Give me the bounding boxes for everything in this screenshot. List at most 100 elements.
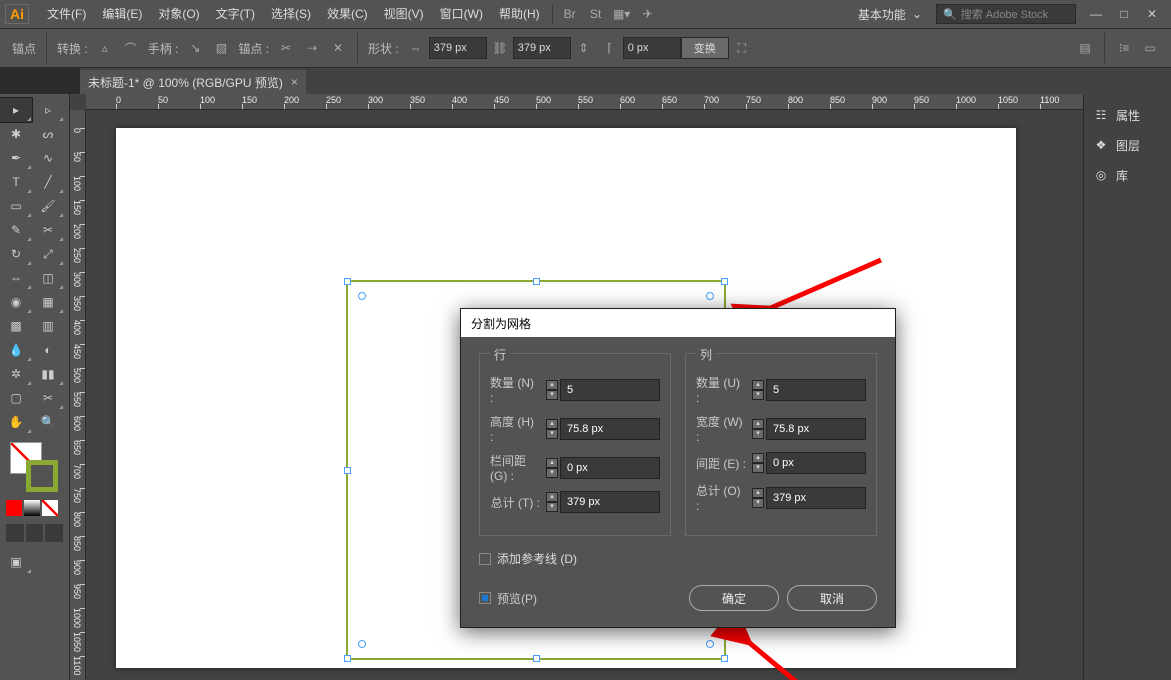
resize-handle-s[interactable] — [533, 655, 540, 662]
row-count-input[interactable] — [560, 379, 660, 401]
direct-selection-tool[interactable]: ▹ — [32, 98, 64, 122]
options-more-icon[interactable]: ⁝≡ — [1113, 37, 1135, 59]
row-count-up[interactable]: ▴ — [546, 380, 558, 390]
isolate-icon[interactable]: ⛶ — [731, 37, 753, 59]
col-gutter-down[interactable]: ▾ — [752, 463, 764, 473]
col-count-input[interactable] — [766, 379, 866, 401]
row-height-up[interactable]: ▴ — [546, 419, 558, 429]
add-guides-checkbox[interactable] — [479, 553, 491, 565]
scale-tool[interactable]: ⤢ — [32, 242, 64, 266]
properties-panel-button[interactable]: ☷属性 — [1084, 100, 1171, 130]
row-height-input[interactable] — [560, 418, 660, 440]
pen-tool[interactable]: ✒ — [0, 146, 32, 170]
menu-object[interactable]: 对象(O) — [150, 0, 207, 28]
selection-tool[interactable]: ▸ — [0, 98, 32, 122]
search-stock-input[interactable]: 🔍 搜索 Adobe Stock — [936, 4, 1076, 24]
rotate-tool[interactable]: ↻ — [0, 242, 32, 266]
transform-button[interactable]: 变换 — [681, 37, 729, 59]
col-width-down[interactable]: ▾ — [752, 429, 764, 439]
workspace-switcher[interactable]: 基本功能 ⌄ — [850, 6, 930, 23]
col-width-input[interactable] — [766, 418, 866, 440]
options-menu-icon[interactable]: ▭ — [1139, 37, 1161, 59]
layers-panel-button[interactable]: ❖图层 — [1084, 130, 1171, 160]
type-tool[interactable]: T — [0, 170, 32, 194]
align-icon[interactable]: ▤ — [1074, 37, 1096, 59]
row-gutter-input[interactable] — [560, 457, 660, 479]
menu-file[interactable]: 文件(F) — [39, 0, 94, 28]
cancel-button[interactable]: 取消 — [787, 585, 877, 611]
col-total-down[interactable]: ▾ — [752, 498, 764, 508]
mesh-tool[interactable]: ▩ — [0, 314, 32, 338]
draw-inside-mode[interactable] — [45, 524, 63, 542]
corner-radius-input[interactable] — [623, 37, 681, 59]
row-gutter-down[interactable]: ▾ — [546, 468, 558, 478]
col-gutter-up[interactable]: ▴ — [752, 453, 764, 463]
resize-handle-sw[interactable] — [344, 655, 351, 662]
hand-tool[interactable]: ✋ — [0, 410, 32, 434]
libraries-panel-button[interactable]: ◎库 — [1084, 160, 1171, 190]
resize-handle-nw[interactable] — [344, 278, 351, 285]
gpu-icon[interactable]: ✈ — [635, 4, 661, 24]
resize-handle-n[interactable] — [533, 278, 540, 285]
color-mode-gradient[interactable] — [24, 500, 40, 516]
minimize-button[interactable]: — — [1082, 3, 1110, 25]
symbol-sprayer-tool[interactable]: ✲ — [0, 362, 32, 386]
handle-hide-icon[interactable]: ▧ — [210, 37, 232, 59]
paintbrush-tool[interactable]: 🖌 — [32, 194, 64, 218]
artboard-tool[interactable]: ▢ — [0, 386, 32, 410]
close-tab-icon[interactable]: × — [291, 75, 298, 89]
resize-handle-w[interactable] — [344, 467, 351, 474]
menu-window[interactable]: 窗口(W) — [432, 0, 491, 28]
lasso-tool[interactable]: ᔕ — [32, 122, 64, 146]
line-tool[interactable]: ╱ — [32, 170, 64, 194]
shaper-tool[interactable]: ✎ — [0, 218, 32, 242]
maximize-button[interactable]: □ — [1110, 3, 1138, 25]
fill-stroke-control[interactable] — [10, 442, 60, 492]
row-total-input[interactable] — [560, 491, 660, 513]
ruler-horizontal[interactable]: 0501001502002503003504004505005506006507… — [86, 94, 1171, 110]
gradient-tool[interactable]: ▥ — [32, 314, 64, 338]
perspective-tool[interactable]: ▦ — [32, 290, 64, 314]
ruler-vertical[interactable]: 0501001502002503003504004505005506006507… — [70, 110, 86, 680]
color-mode-none[interactable] — [42, 500, 58, 516]
menu-type[interactable]: 文字(T) — [208, 0, 263, 28]
col-width-up[interactable]: ▴ — [752, 419, 764, 429]
magic-wand-tool[interactable]: ✱ — [0, 122, 32, 146]
corner-widget-nw[interactable] — [358, 292, 366, 300]
anchor-remove-icon[interactable]: ✂ — [275, 37, 297, 59]
menu-view[interactable]: 视图(V) — [376, 0, 432, 28]
eyedropper-tool[interactable]: 💧 — [0, 338, 32, 362]
menu-help[interactable]: 帮助(H) — [491, 0, 548, 28]
bridge-icon[interactable]: Br — [557, 4, 583, 24]
preview-checkbox[interactable] — [479, 592, 491, 604]
stroke-swatch[interactable] — [26, 460, 58, 492]
row-count-down[interactable]: ▾ — [546, 390, 558, 400]
document-tab[interactable]: 未标题-1* @ 100% (RGB/GPU 预览) × — [80, 70, 306, 94]
anchor-connect-icon[interactable]: ⇢ — [301, 37, 323, 59]
convert-smooth-icon[interactable]: ⌒ — [120, 37, 142, 59]
row-total-up[interactable]: ▴ — [546, 492, 558, 502]
convert-corner-icon[interactable]: ▵ — [94, 37, 116, 59]
row-gutter-up[interactable]: ▴ — [546, 458, 558, 468]
width-tool[interactable]: ⇔ — [0, 266, 32, 290]
draw-normal-mode[interactable] — [6, 524, 24, 542]
menu-select[interactable]: 选择(S) — [263, 0, 319, 28]
resize-handle-se[interactable] — [721, 655, 728, 662]
ok-button[interactable]: 确定 — [689, 585, 779, 611]
close-button[interactable]: ✕ — [1138, 3, 1166, 25]
menu-effect[interactable]: 效果(C) — [319, 0, 376, 28]
corner-type-icon[interactable]: ⌈ — [599, 37, 621, 59]
col-count-up[interactable]: ▴ — [752, 380, 764, 390]
col-total-input[interactable] — [766, 487, 866, 509]
row-total-down[interactable]: ▾ — [546, 502, 558, 512]
dialog-titlebar[interactable]: 分割为网格 — [461, 309, 895, 337]
link-wh-icon[interactable]: ⛓ — [489, 37, 511, 59]
arrange-docs-icon[interactable]: ▦▾ — [609, 4, 635, 24]
graph-tool[interactable]: ▮▮ — [32, 362, 64, 386]
col-total-up[interactable]: ▴ — [752, 488, 764, 498]
resize-handle-ne[interactable] — [721, 278, 728, 285]
col-count-down[interactable]: ▾ — [752, 390, 764, 400]
corner-widget-se[interactable] — [706, 640, 714, 648]
shape-height-input[interactable] — [513, 37, 571, 59]
zoom-tool[interactable]: 🔍 — [32, 410, 64, 434]
